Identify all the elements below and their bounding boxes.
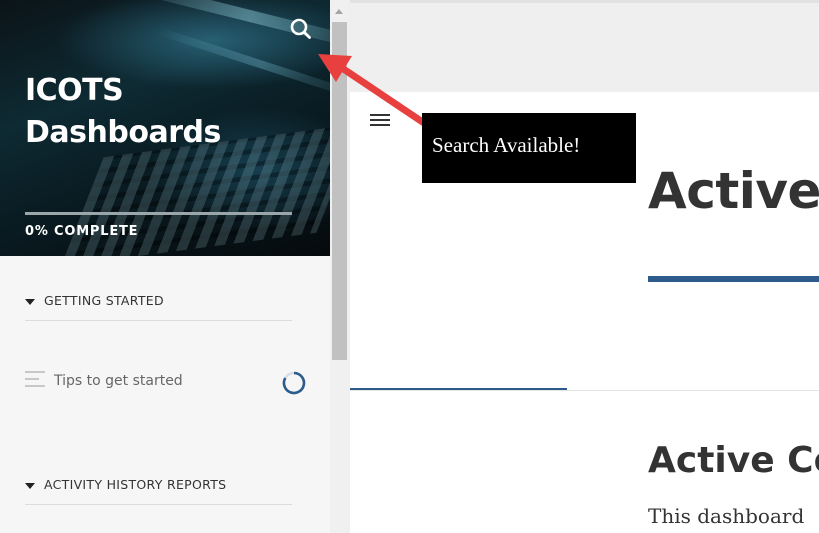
course-sidebar: ICOTS Dashboards 0% COMPLETE GETTING STA… xyxy=(0,0,330,533)
active-tab-indicator[interactable] xyxy=(350,388,567,390)
top-bar xyxy=(350,0,819,92)
section-label: ACTIVITY HISTORY REPORTS xyxy=(44,477,227,492)
section-divider xyxy=(25,320,292,321)
body-paragraph: This dashboard xyxy=(648,504,805,528)
annotation-tooltip: Search Available! xyxy=(422,113,636,183)
caret-down-icon xyxy=(25,299,35,305)
menu-toggle-button[interactable] xyxy=(370,114,390,128)
lesson-content: Active C Active Co This dashboard xyxy=(350,0,819,533)
lesson-label: Tips to get started xyxy=(54,373,183,389)
course-title: ICOTS Dashboards xyxy=(25,73,221,150)
section-getting-started[interactable]: GETTING STARTED xyxy=(25,290,292,321)
course-progress-label: 0% COMPLETE xyxy=(25,224,139,239)
search-button[interactable] xyxy=(288,16,314,42)
lines-icon xyxy=(25,371,45,389)
sidebar-hero: ICOTS Dashboards 0% COMPLETE xyxy=(0,0,330,256)
section-label: GETTING STARTED xyxy=(44,293,164,308)
sidebar-scrollbar[interactable] xyxy=(330,0,349,533)
progress-ring-icon xyxy=(282,371,306,395)
course-progress-bar xyxy=(25,212,292,215)
caret-down-icon xyxy=(25,483,35,489)
hamburger-menu-icon xyxy=(370,114,390,116)
title-underline xyxy=(648,276,819,282)
search-icon xyxy=(290,18,311,39)
scrollbar-thumb[interactable] xyxy=(332,22,347,360)
lesson-tips-to-get-started[interactable]: Tips to get started xyxy=(25,368,310,398)
tabs-divider xyxy=(350,390,819,391)
section-heading: Active Co xyxy=(648,440,819,481)
section-activity-history-reports[interactable]: ACTIVITY HISTORY REPORTS xyxy=(25,474,292,505)
scroll-up-arrow-icon[interactable] xyxy=(335,9,343,14)
page-title: Active C xyxy=(648,162,819,220)
section-divider xyxy=(25,504,292,505)
